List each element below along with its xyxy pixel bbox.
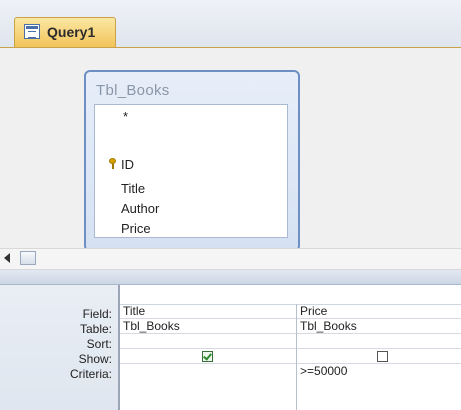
query-design-grid: Field: Table: Sort: Show: Criteria: Titl… [0,285,461,410]
sort-cell[interactable] [297,334,461,349]
show-cell[interactable] [297,349,461,364]
primary-key-icon [109,158,117,169]
field-list[interactable]: * ID Title Author Price [94,104,288,238]
field-item-price[interactable]: Price [121,221,151,236]
grid-column-price: Price Tbl_Books >=50000 [297,304,461,410]
table-field-list-window[interactable]: Tbl_Books * ID Title Author Price [84,70,300,252]
table-title: Tbl_Books [96,82,170,99]
grid-column-title: Title Tbl_Books [120,304,297,410]
scroll-thumb[interactable] [20,251,36,265]
tab-label: Query1 [47,24,96,40]
field-cell[interactable]: Title [120,304,296,319]
table-cell[interactable]: Tbl_Books [297,319,461,334]
row-label-table: Table: [79,322,112,336]
row-label-sort: Sort: [86,337,112,351]
row-label-criteria: Criteria: [69,367,112,381]
show-checkbox-checked[interactable] [202,351,213,362]
table-cell[interactable]: Tbl_Books [120,319,296,334]
pane-splitter[interactable] [0,270,461,285]
sort-cell[interactable] [120,334,296,349]
field-item-author[interactable]: Author [121,201,159,216]
row-label-show: Show: [78,352,112,366]
field-item-title[interactable]: Title [121,181,145,196]
show-checkbox-unchecked[interactable] [377,351,388,362]
horizontal-scrollbar[interactable] [0,248,461,270]
criteria-cell[interactable]: >=50000 [297,364,461,379]
criteria-cell[interactable] [120,364,296,379]
row-labels: Field: Table: Sort: Show: Criteria: [0,285,120,410]
query-icon [24,24,40,39]
table-pane: Tbl_Books * ID Title Author Price [0,48,461,252]
field-item-id[interactable]: ID [121,157,134,172]
column-selector-strip[interactable] [120,285,461,305]
show-cell[interactable] [120,349,296,364]
field-cell[interactable]: Price [297,304,461,319]
document-tab-strip: Query1 [0,0,461,48]
tab-query1[interactable]: Query1 [14,17,116,47]
scroll-left-arrow-icon[interactable] [4,253,10,263]
field-item-all[interactable]: * [123,109,128,124]
row-label-field: Field: [82,307,112,321]
